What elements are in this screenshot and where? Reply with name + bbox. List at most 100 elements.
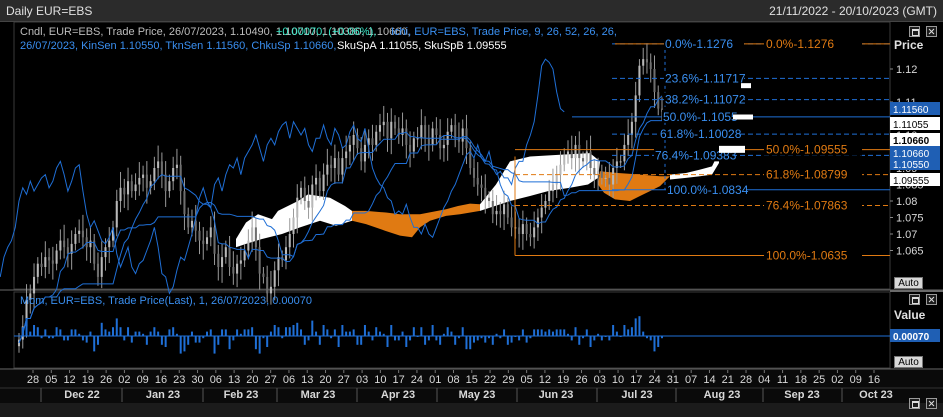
candle-body <box>352 135 355 145</box>
candle-body <box>333 158 336 168</box>
momentum-bar <box>499 336 502 339</box>
momentum-bar <box>142 333 145 336</box>
momentum-bar <box>258 336 261 354</box>
chart-canvas[interactable]: 1.121.111.101.091.081.0751.071.0651.085P… <box>0 22 943 417</box>
price-panel-close-icon[interactable] <box>926 26 937 37</box>
momentum-bar <box>55 327 58 336</box>
momentum-bar <box>574 327 577 336</box>
time-axis-month-label: Aug 23 <box>704 389 741 401</box>
window-titlebar: Daily EUR=EBS 21/11/2022 - 20/10/2023 (G… <box>0 0 943 22</box>
candle-body <box>258 247 261 274</box>
last-price-marker <box>741 83 751 89</box>
candle-body <box>555 174 558 185</box>
candle-body <box>123 187 126 195</box>
price-tick-label: 1.07 <box>896 229 917 241</box>
momentum-bar <box>405 336 408 347</box>
momentum-bar <box>442 333 445 336</box>
momentum-bar <box>262 336 265 339</box>
candle-body <box>487 197 491 201</box>
momentum-bar <box>307 336 310 341</box>
time-axis-day-label: 10 <box>612 374 624 386</box>
candle-body <box>525 224 528 234</box>
time-axis-close-icon[interactable] <box>926 398 937 409</box>
candle-body <box>435 128 438 135</box>
candle-body <box>115 201 118 228</box>
time-axis-day-label: 05 <box>45 374 57 386</box>
candle-body <box>108 240 111 248</box>
fib-orange-label: 100.0%-1.0635 <box>766 248 848 262</box>
momentum-bar <box>89 331 92 336</box>
candle-body <box>480 184 483 188</box>
momentum-bar <box>119 327 122 336</box>
momentum-bar <box>164 336 167 347</box>
fib-blue-label: 61.8%-1.10028 <box>660 127 742 141</box>
time-axis-day-label: 04 <box>758 374 770 386</box>
momentum-panel-close-icon[interactable] <box>926 294 937 305</box>
time-axis-day-label: 26 <box>100 374 112 386</box>
candle-body <box>228 247 231 267</box>
momentum-bar <box>551 331 554 336</box>
momentum-panel-maximize-icon[interactable] <box>909 294 920 305</box>
time-axis-month-label: Dec 22 <box>64 389 99 401</box>
time-axis-month-label: May 23 <box>459 389 496 401</box>
time-axis-day-label: 17 <box>630 374 642 386</box>
candle-body <box>311 184 314 208</box>
momentum-bar <box>284 327 287 336</box>
momentum-bar <box>484 336 487 343</box>
time-axis-day-label: 16 <box>868 374 880 386</box>
momentum-bar <box>157 331 160 336</box>
time-axis-day-label: 10 <box>374 374 386 386</box>
candle-body <box>157 161 160 168</box>
momentum-bar <box>66 336 69 341</box>
momentum-bar <box>228 336 231 350</box>
time-axis-day-label: 30 <box>191 374 203 386</box>
price-tick-label: 1.08 <box>896 196 917 208</box>
momentum-auto-button[interactable]: Auto <box>894 356 923 368</box>
candle-body <box>623 144 626 162</box>
momentum-bar <box>638 316 641 336</box>
price-axis-title: Price <box>894 38 924 52</box>
momentum-bar <box>337 336 340 347</box>
momentum-bar <box>585 329 588 336</box>
momentum-bar <box>179 336 182 354</box>
time-axis-day-label: 17 <box>393 374 405 386</box>
candle-body <box>439 135 442 149</box>
candle-body <box>649 62 652 69</box>
time-axis-day-label: 24 <box>648 374 660 386</box>
time-axis-day-label: 05 <box>521 374 533 386</box>
candle-body <box>224 247 227 258</box>
candle-body <box>81 230 84 238</box>
momentum-bar <box>187 336 190 345</box>
momentum-bar <box>100 322 103 336</box>
time-axis-month-label: Oct 23 <box>859 389 893 401</box>
momentum-bar <box>130 336 133 343</box>
candle-body <box>284 247 288 261</box>
momentum-bar <box>190 331 193 336</box>
candle-body <box>401 128 404 135</box>
time-axis-day-label: 27 <box>265 374 277 386</box>
candle-body <box>239 260 242 264</box>
candle-body <box>51 260 54 264</box>
price-panel-maximize-icon[interactable] <box>909 26 920 37</box>
candle-body <box>315 177 318 185</box>
candle-body <box>172 168 175 182</box>
momentum-bar <box>645 336 648 339</box>
price-auto-button[interactable]: Auto <box>894 277 923 289</box>
candle-body <box>251 227 254 241</box>
momentum-bar <box>416 336 419 337</box>
candle-body <box>548 191 551 201</box>
candle-body <box>431 128 434 145</box>
candle-body <box>442 144 445 149</box>
candle-body <box>412 138 415 152</box>
momentum-bar <box>224 329 227 336</box>
momentum-bar <box>21 327 24 336</box>
momentum-bar <box>469 336 472 350</box>
candle-body <box>36 263 39 277</box>
momentum-bar <box>386 336 389 347</box>
candle-body <box>627 135 630 145</box>
momentum-bar <box>525 336 528 343</box>
momentum-bar <box>582 336 585 339</box>
candle-body <box>450 125 453 132</box>
time-axis-maximize-icon[interactable] <box>909 398 920 409</box>
momentum-bar <box>85 336 88 343</box>
